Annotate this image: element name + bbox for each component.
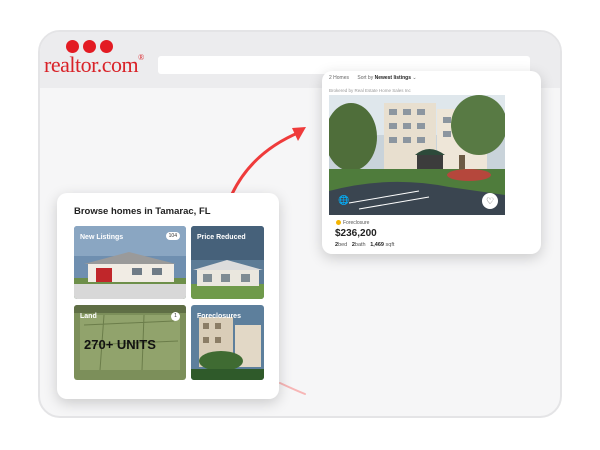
tile-label: Land	[80, 313, 97, 320]
listing-photo[interactable]: 🌐 ♡	[329, 95, 505, 215]
tile-label: Price Reduced	[197, 234, 246, 241]
land-units-overlay: 270+ UNITS	[84, 337, 156, 352]
sqft-unit: sqft	[385, 242, 395, 248]
tile-label: New Listings	[80, 234, 124, 241]
tile-count-badge: 1	[171, 312, 180, 321]
listing-status: Foreclosure	[336, 220, 369, 226]
status-text: Foreclosure	[343, 220, 370, 226]
listing-photo-image	[329, 95, 505, 215]
sort-label: Sort by	[357, 75, 374, 81]
tile-foreclosures[interactable]: Foreclosures	[191, 305, 264, 380]
globe-icon[interactable]: 🌐	[338, 195, 349, 206]
tile-count-badge: 104	[165, 232, 180, 240]
sqft-value: 1,469	[370, 242, 384, 248]
tile-price-reduced[interactable]: Price Reduced	[191, 226, 264, 299]
listing-price[interactable]: $236,200	[335, 228, 377, 239]
brokered-by: Brokered by Real Estate Home Sales Inc	[329, 88, 411, 93]
beds-unit: bed	[338, 242, 348, 248]
tile-land[interactable]: Land 1 270+ UNITS	[74, 305, 186, 380]
sort-dropdown[interactable]: Newest listings	[375, 75, 411, 81]
browse-title: Browse homes in Tamarac, FL	[74, 206, 211, 217]
results-count: 2 Homes	[329, 75, 350, 81]
tile-label: Foreclosures	[197, 313, 241, 320]
heart-icon[interactable]: ♡	[482, 193, 498, 209]
browse-homes-card: Browse homes in Tamarac, FL New Listings…	[57, 193, 279, 399]
chevron-down-icon[interactable]: ⌄	[412, 75, 416, 81]
results-meta: 2 Homes Sort by Newest listings ⌄	[329, 75, 417, 81]
listing-results-card: 2 Homes Sort by Newest listings ⌄ Broker…	[322, 71, 541, 254]
tile-new-listings[interactable]: New Listings 104	[74, 226, 186, 299]
status-dot	[336, 220, 341, 226]
listing-details: 2bed 2bath 1,469 sqft	[335, 242, 394, 248]
baths-unit: bath	[354, 242, 366, 248]
